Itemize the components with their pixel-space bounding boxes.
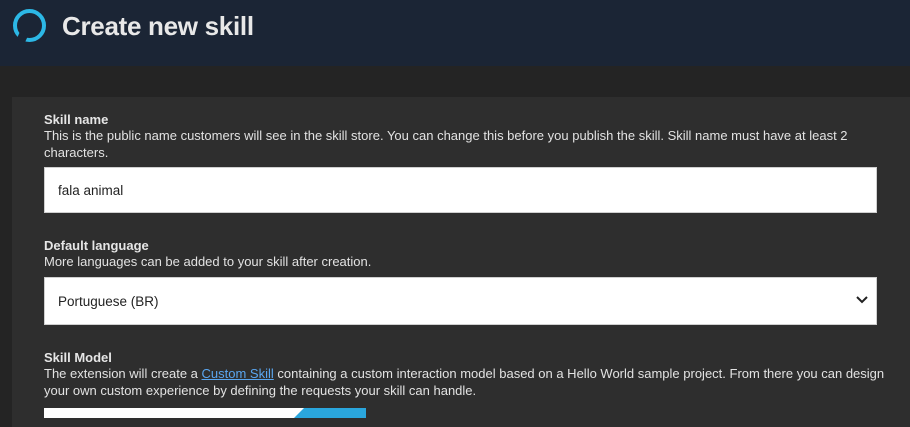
- default-language-value: Portuguese (BR): [58, 293, 159, 309]
- default-language-description: More languages can be added to your skil…: [44, 254, 372, 269]
- skill-name-description: This is the public name customers will s…: [44, 128, 848, 160]
- alexa-ring-icon: [13, 9, 46, 42]
- skill-model-selector[interactable]: [44, 408, 366, 418]
- skill-name-label: Skill name: [44, 112, 109, 127]
- page-title: Create new skill: [62, 11, 254, 41]
- skill-model-label: Skill Model: [44, 350, 112, 365]
- default-language-label: Default language: [44, 238, 149, 253]
- custom-skill-link[interactable]: Custom Skill: [202, 366, 274, 381]
- skill-model-description: The extension will create a Custom Skill…: [44, 366, 886, 399]
- chevron-down-icon: [856, 296, 868, 304]
- skill-model-selected-accent: [294, 408, 366, 418]
- default-language-select[interactable]: Portuguese (BR): [44, 277, 877, 325]
- skill-name-input[interactable]: fala animal: [44, 167, 877, 213]
- skill-model-text-before: The extension will create a: [44, 366, 202, 381]
- top-header: Create new skill: [0, 0, 910, 66]
- skill-name-value: fala animal: [58, 182, 124, 198]
